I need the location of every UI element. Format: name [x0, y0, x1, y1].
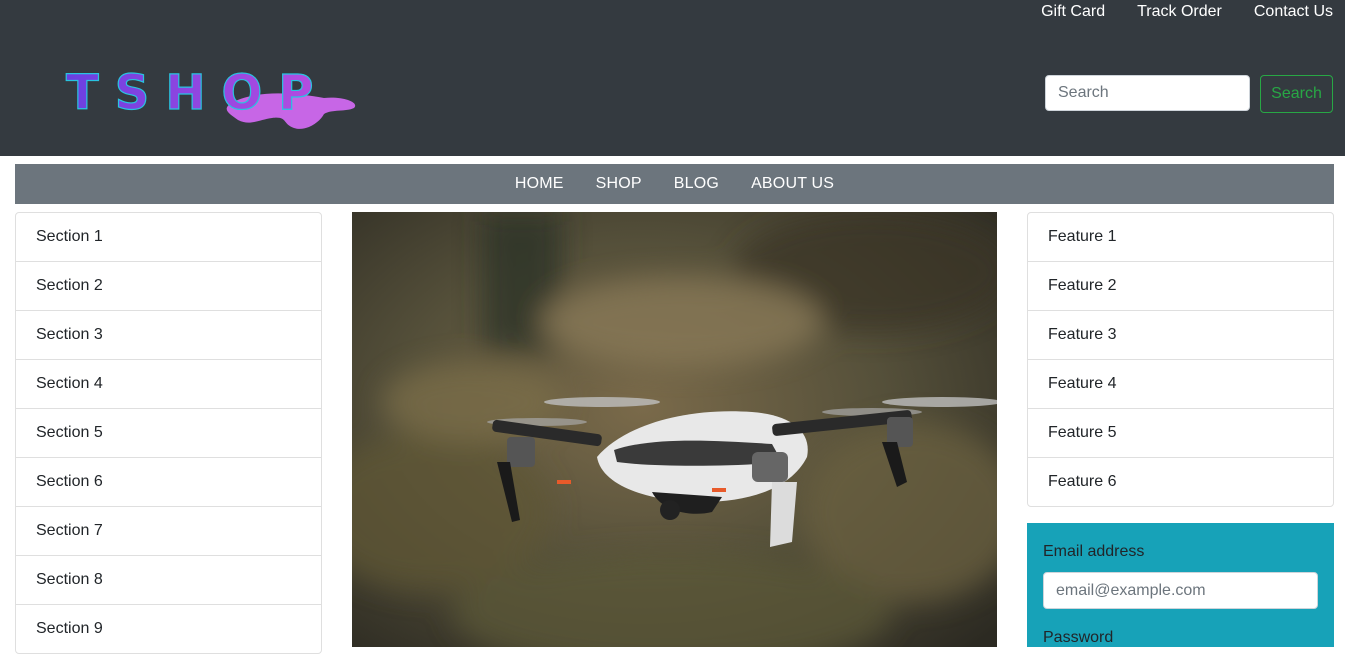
feature-item[interactable]: Feature 3	[1028, 311, 1333, 360]
nav-shop[interactable]: SHOP	[596, 175, 642, 193]
site-header: Gift Card Track Order Contact Us TSHOP S…	[0, 0, 1345, 156]
logo-text: TSHOP	[66, 65, 329, 121]
tshop-logo[interactable]: TSHOP	[62, 62, 362, 134]
track-order-link[interactable]: Track Order	[1137, 2, 1222, 22]
section-item[interactable]: Section 9	[16, 605, 321, 653]
email-label: Email address	[1043, 543, 1145, 560]
search-input[interactable]	[1045, 75, 1250, 111]
nav-home[interactable]: HOME	[515, 175, 564, 193]
section-item[interactable]: Section 8	[16, 556, 321, 605]
email-field[interactable]	[1043, 572, 1318, 609]
feature-item[interactable]: Feature 5	[1028, 409, 1333, 458]
hero-image-drone	[352, 212, 997, 647]
feature-item[interactable]: Feature 1	[1028, 213, 1333, 262]
feature-item[interactable]: Feature 6	[1028, 458, 1333, 506]
feature-item[interactable]: Feature 2	[1028, 262, 1333, 311]
section-item[interactable]: Section 7	[16, 507, 321, 556]
contact-us-link[interactable]: Contact Us	[1254, 2, 1333, 22]
login-form: Email address Password	[1027, 523, 1334, 647]
nav-blog[interactable]: BLOG	[674, 175, 719, 193]
top-links: Gift Card Track Order Contact Us	[1009, 2, 1333, 22]
password-label: Password	[1043, 629, 1114, 646]
section-item[interactable]: Section 2	[16, 262, 321, 311]
nav-about-us[interactable]: ABOUT US	[751, 175, 834, 193]
sections-list: Section 1 Section 2 Section 3 Section 4 …	[15, 212, 322, 654]
section-item[interactable]: Section 6	[16, 458, 321, 507]
section-item[interactable]: Section 5	[16, 409, 321, 458]
main-nav: HOME SHOP BLOG ABOUT US	[15, 164, 1334, 204]
section-item[interactable]: Section 1	[16, 213, 321, 262]
section-item[interactable]: Section 4	[16, 360, 321, 409]
feature-item[interactable]: Feature 4	[1028, 360, 1333, 409]
section-item[interactable]: Section 3	[16, 311, 321, 360]
gift-card-link[interactable]: Gift Card	[1041, 2, 1105, 22]
features-list: Feature 1 Feature 2 Feature 3 Feature 4 …	[1027, 212, 1334, 507]
search-button[interactable]: Search	[1260, 75, 1333, 113]
